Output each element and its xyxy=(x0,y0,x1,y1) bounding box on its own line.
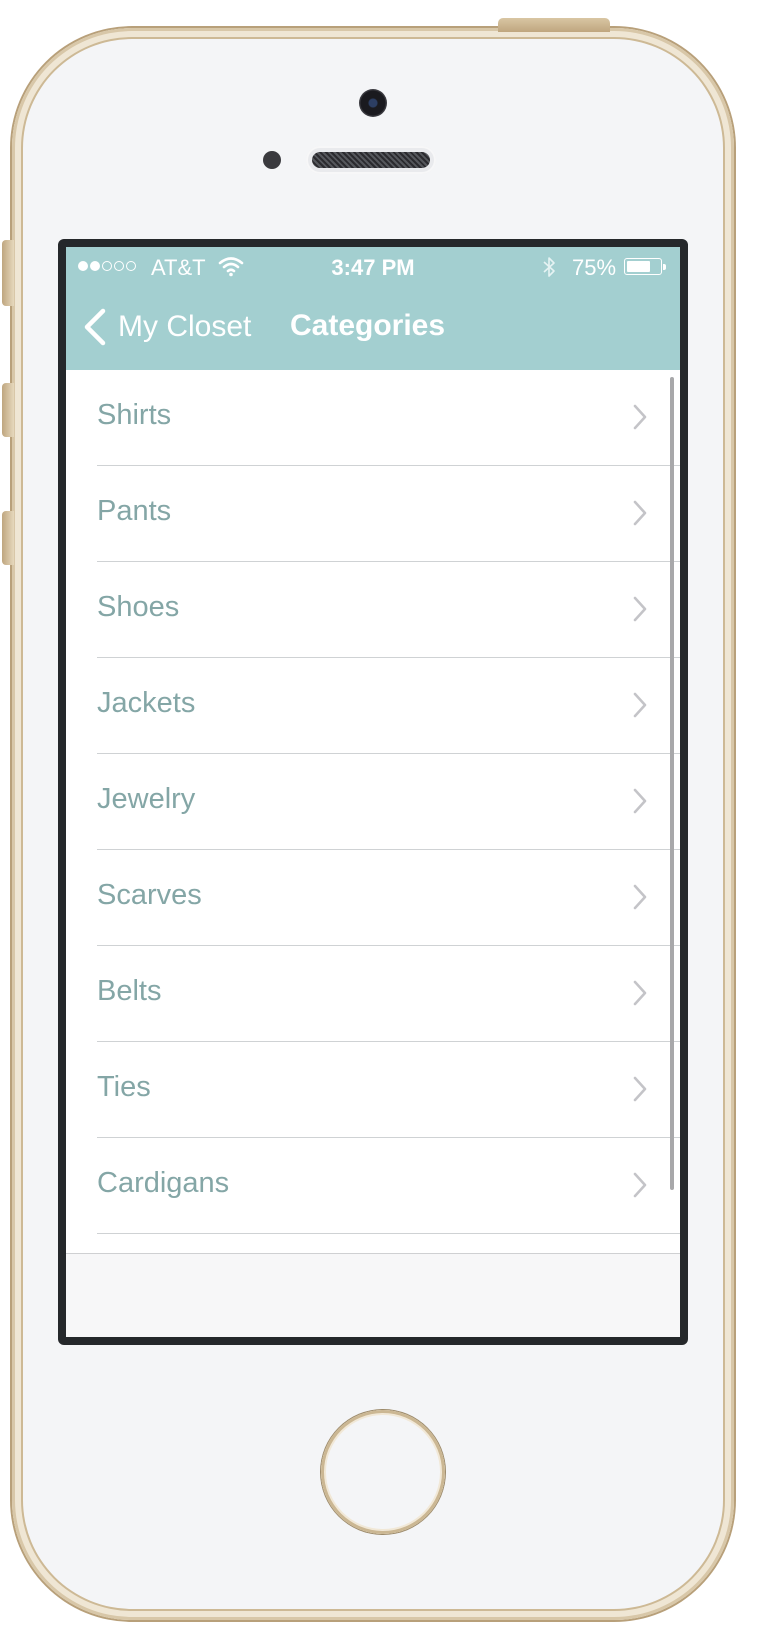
power-button[interactable] xyxy=(498,18,610,32)
home-button[interactable] xyxy=(321,1410,445,1534)
category-label: Shirts xyxy=(97,399,172,431)
earpiece-speaker xyxy=(306,146,436,174)
category-label: Scarves xyxy=(97,879,202,911)
chevron-left-icon xyxy=(84,308,106,346)
back-button-label: My Closet xyxy=(118,310,252,343)
front-camera xyxy=(359,89,387,117)
status-bar: AT&T 3:47 PM 75% xyxy=(66,253,680,283)
volume-up-button[interactable] xyxy=(2,383,14,437)
proximity-sensor xyxy=(263,151,281,169)
scrollbar[interactable] xyxy=(670,377,674,1190)
mute-switch[interactable] xyxy=(2,240,14,306)
chevron-right-icon xyxy=(633,980,647,1006)
category-label: Pants xyxy=(97,495,172,527)
chevron-right-icon xyxy=(633,692,647,718)
category-list: Shirts Pants Shoes Jackets Jewelry Scarves Bel… xyxy=(66,370,680,1234)
category-row[interactable]: Pants xyxy=(66,466,680,562)
category-label: Ties xyxy=(97,1071,151,1103)
bluetooth-icon xyxy=(543,257,555,277)
category-label: Belts xyxy=(97,975,162,1007)
battery-tip xyxy=(663,264,666,270)
category-row[interactable]: Cardigans xyxy=(66,1138,680,1234)
volume-down-button[interactable] xyxy=(2,511,14,565)
screen: AT&T 3:47 PM 75% My Closet Categories Sh… xyxy=(58,239,688,1345)
category-label: Jackets xyxy=(97,687,196,719)
chevron-right-icon xyxy=(633,596,647,622)
category-row[interactable]: Jackets xyxy=(66,658,680,754)
category-label: Shoes xyxy=(97,591,180,623)
tab-bar xyxy=(66,1253,680,1337)
battery-percentage: 75% xyxy=(572,255,617,280)
chevron-right-icon xyxy=(633,1172,647,1198)
category-label: Cardigans xyxy=(97,1167,230,1199)
page-title: Categories xyxy=(290,309,446,342)
category-row[interactable]: Shoes xyxy=(66,562,680,658)
category-row[interactable]: Ties xyxy=(66,1042,680,1138)
chevron-right-icon xyxy=(633,884,647,910)
chevron-right-icon xyxy=(633,500,647,526)
category-label: Jewelry xyxy=(97,783,196,815)
battery-fill xyxy=(627,261,651,272)
chevron-right-icon xyxy=(633,1076,647,1102)
navigation-bar: AT&T 3:47 PM 75% My Closet Categories xyxy=(66,247,680,370)
back-button[interactable]: My Closet xyxy=(82,305,251,349)
category-row[interactable]: Scarves xyxy=(66,850,680,946)
battery-icon xyxy=(624,258,662,275)
chevron-right-icon xyxy=(633,788,647,814)
category-row[interactable]: Belts xyxy=(66,946,680,1042)
category-row[interactable]: Jewelry xyxy=(66,754,680,850)
display: AT&T 3:47 PM 75% My Closet Categories Sh… xyxy=(66,247,680,1337)
category-row[interactable]: Shirts xyxy=(66,370,680,466)
chevron-right-icon xyxy=(633,404,647,430)
